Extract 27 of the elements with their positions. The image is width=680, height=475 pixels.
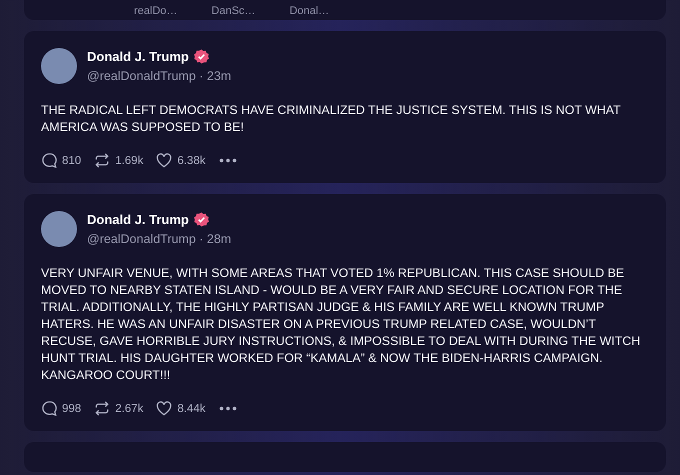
- user-name[interactable]: realDo…: [134, 5, 178, 20]
- repost-icon: [93, 152, 112, 169]
- user-name[interactable]: Donal…: [289, 5, 330, 20]
- like-button[interactable]: 8.44k: [155, 400, 206, 417]
- post-text: VERY UNFAIR VENUE, WITH SOME AREAS THAT VOTED 1% REPUBLICAN. THIS CASE SHOULD BE MOVED TO NEARBY STATEN ISLAND - WOULD BE A VERY FAIR AND SECURE LOCATION FOR THE TRIAL. ADDITIONALLY, THE HIGHLY PARTISAN JUDGE & HIS FAMILY ARE WELL KNOWN TRUMP HATERS. HE WAS AN UNFAIR DISASTER ON A PREVIOUS TRUMP RELATED CASE, WOULDN’T RECUSE, GAVE HORRIBLE JURY INSTRUCTIONS, & IMPOSSIBLE TO DEAL WITH DURING THE WITCH HUNT TRIAL. HIS DAUGHTER WORKED FOR “KAMALA” & NOW THE BIDEN-HARRIS CAMPAIGN. KANGAROO COURT!!!: [41, 265, 642, 384]
- avatar[interactable]: [41, 211, 77, 247]
- avatar[interactable]: [41, 48, 77, 84]
- author-name[interactable]: Donald J. Trump: [87, 212, 189, 227]
- author-name[interactable]: Donald J. Trump: [87, 49, 189, 64]
- handle-and-time: @realDonaldTrump · 23m: [87, 69, 232, 83]
- more-icon: [219, 406, 238, 411]
- speech-bubble-icon: [41, 400, 58, 417]
- repost-button[interactable]: 1.69k: [93, 152, 144, 169]
- like-button[interactable]: 6.38k: [155, 152, 206, 169]
- reply-button[interactable]: 810: [41, 152, 82, 169]
- handle-and-time: @realDonaldTrump · 28m: [87, 232, 232, 246]
- user-name[interactable]: DanSc…: [211, 5, 256, 20]
- repost-button[interactable]: 2.67k: [93, 400, 144, 417]
- heart-icon: [155, 400, 174, 417]
- reply-button[interactable]: 998: [41, 400, 82, 417]
- more-options-button[interactable]: [217, 406, 238, 411]
- more-options-button[interactable]: [217, 158, 238, 163]
- repost-icon: [93, 400, 112, 417]
- speech-bubble-icon: [41, 152, 58, 169]
- post-text: THE RADICAL LEFT DEMOCRATS HAVE CRIMINALIZED THE JUSTICE SYSTEM. THIS IS NOT WHAT AMERICA WAS SUPPOSED TO BE!: [41, 102, 622, 136]
- heart-icon: [155, 152, 174, 169]
- more-icon: [219, 158, 238, 163]
